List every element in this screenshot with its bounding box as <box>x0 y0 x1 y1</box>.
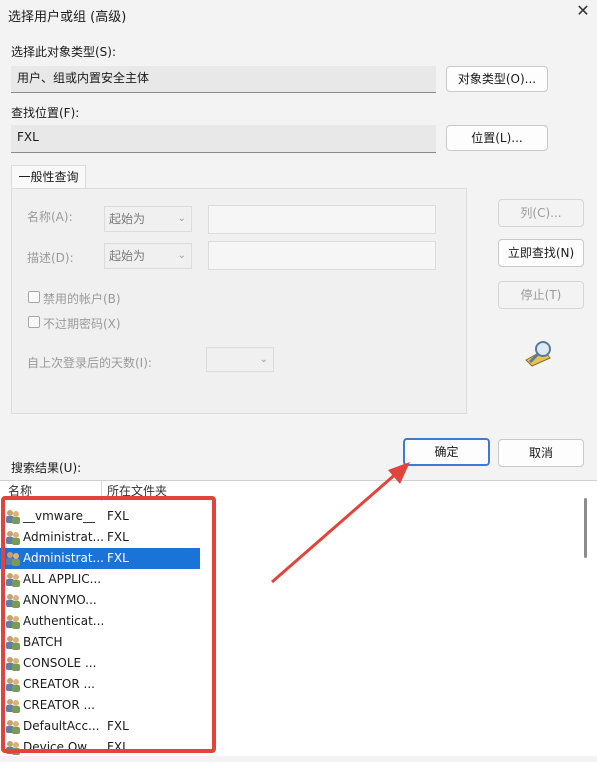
object-type-label: 选择此对象类型(S): <box>11 45 117 59</box>
chevron-down-icon: ⌄ <box>259 354 268 365</box>
name-label: 名称(A): <box>27 210 73 224</box>
close-icon[interactable]: ✕ <box>574 2 592 20</box>
name-mode-value: 起始为 <box>109 212 146 226</box>
tab-common-queries[interactable]: 一般性查询 <box>11 165 86 189</box>
chevron-down-icon: ⌄ <box>177 250 186 261</box>
search-results-label: 搜索结果(U): <box>11 461 82 475</box>
days-since-login-label: 自上次登录后的天数(I): <box>27 356 152 370</box>
days-since-login-select[interactable]: ⌄ <box>206 347 274 372</box>
results-scrollbar-thumb[interactable] <box>584 498 587 558</box>
cancel-button[interactable]: 取消 <box>498 439 584 467</box>
stop-button[interactable]: 停止(T) <box>498 281 584 309</box>
object-type-field: 用户、组或内置安全主体 <box>11 66 436 93</box>
name-mode-select[interactable]: 起始为 ⌄ <box>104 206 192 232</box>
columns-button[interactable]: 列(C)... <box>498 199 584 227</box>
annotation-highlight-box <box>1 496 216 753</box>
chevron-down-icon: ⌄ <box>177 213 186 224</box>
find-now-button[interactable]: 立即查找(N) <box>498 239 584 267</box>
disabled-accounts-label: 禁用的帐户(B) <box>43 292 121 306</box>
object-types-button[interactable]: 对象类型(O)... <box>446 66 548 92</box>
description-mode-select[interactable]: 起始为 ⌄ <box>104 243 192 269</box>
description-label: 描述(D): <box>27 251 74 265</box>
locations-button[interactable]: 位置(L)... <box>446 125 548 151</box>
window-title: 选择用户或组 (高级) <box>8 10 127 25</box>
description-input[interactable] <box>208 241 436 270</box>
location-label: 查找位置(F): <box>11 106 80 120</box>
disabled-accounts-checkbox[interactable] <box>28 291 40 303</box>
annotation-arrow <box>271 462 410 584</box>
name-input[interactable] <box>208 205 436 234</box>
description-mode-value: 起始为 <box>109 249 146 263</box>
location-field: FXL <box>11 125 436 153</box>
search-flashlight-icon <box>522 338 558 368</box>
non-expiring-password-checkbox[interactable] <box>28 316 40 328</box>
non-expiring-password-label: 不过期密码(X) <box>43 317 121 331</box>
